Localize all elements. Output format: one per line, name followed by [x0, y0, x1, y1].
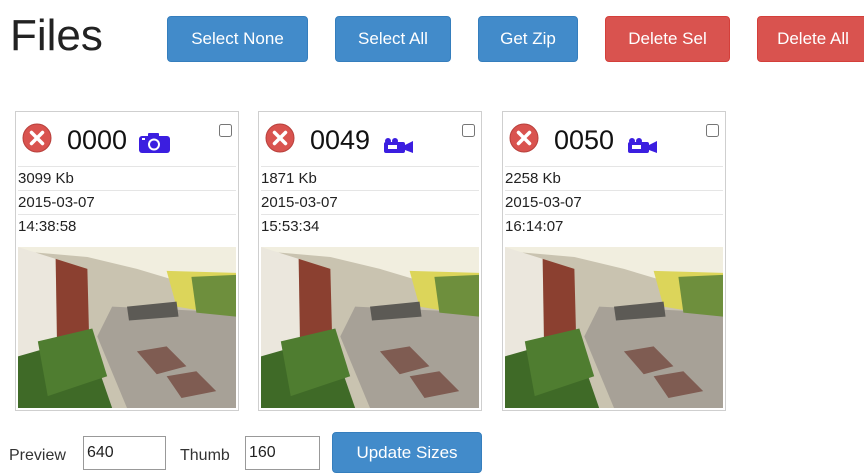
delete-file-icon[interactable]: [509, 123, 539, 153]
page-title: Files: [10, 11, 103, 60]
preview-size-input[interactable]: [83, 436, 166, 470]
file-size: 1871 Kb: [261, 170, 317, 187]
file-card-header: 0000: [16, 112, 238, 166]
video-camera-icon: [628, 138, 657, 153]
video-camera-icon: [384, 138, 413, 153]
file-size: 2258 Kb: [505, 170, 561, 187]
file-card: 0050 2258 Kb 2015-03-07 16:14:07: [502, 111, 726, 411]
thumb-size-input[interactable]: [245, 436, 320, 470]
file-card: 0049 1871 Kb 2015-03-07 15:53:34: [258, 111, 482, 411]
delete-all-button[interactable]: Delete All: [757, 16, 864, 62]
delete-selected-button[interactable]: Delete Sel: [605, 16, 730, 62]
file-size: 3099 Kb: [18, 170, 74, 187]
file-thumbnail[interactable]: [261, 247, 479, 408]
get-zip-button[interactable]: Get Zip: [478, 16, 578, 62]
file-number[interactable]: 0049: [310, 123, 370, 157]
file-card: 0000 3099 Kb 2015-03-07 14:38:58: [15, 111, 239, 411]
file-card-header: 0050: [503, 112, 725, 166]
file-date: 2015-03-07: [18, 194, 95, 211]
select-file-checkbox[interactable]: [462, 124, 475, 137]
delete-file-icon[interactable]: [22, 123, 52, 153]
select-file-checkbox[interactable]: [219, 124, 232, 137]
file-card-header: 0049: [259, 112, 481, 166]
update-sizes-button[interactable]: Update Sizes: [332, 432, 482, 473]
file-date: 2015-03-07: [261, 194, 338, 211]
preview-label: Preview: [9, 447, 66, 464]
thumb-label: Thumb: [180, 447, 230, 464]
delete-file-icon[interactable]: [265, 123, 295, 153]
select-all-button[interactable]: Select All: [335, 16, 451, 62]
file-number[interactable]: 0000: [67, 123, 127, 157]
select-file-checkbox[interactable]: [706, 124, 719, 137]
select-none-button[interactable]: Select None: [167, 16, 308, 62]
file-time: 15:53:34: [261, 218, 320, 235]
file-thumbnail[interactable]: [18, 247, 236, 408]
file-number[interactable]: 0050: [554, 123, 614, 157]
file-date: 2015-03-07: [505, 194, 582, 211]
camera-icon: [139, 133, 170, 153]
file-thumbnail[interactable]: [505, 247, 723, 408]
file-time: 16:14:07: [505, 218, 564, 235]
file-time: 14:38:58: [18, 218, 77, 235]
